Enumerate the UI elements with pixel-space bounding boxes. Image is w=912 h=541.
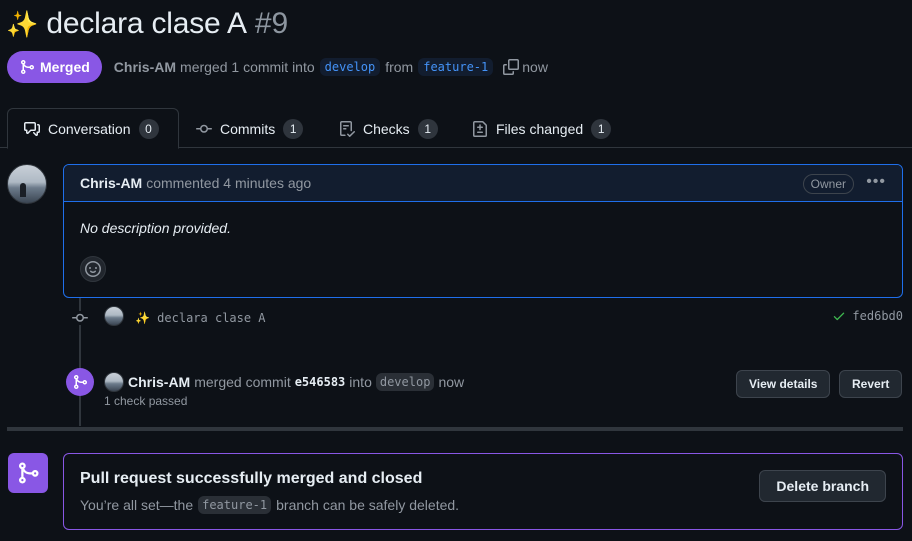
tab-files-changed-count: 1 [591, 118, 612, 139]
pr-title-row: ✨ declara clase A #9 [6, 4, 288, 44]
head-branch-link[interactable]: feature-1 [418, 58, 494, 76]
git-commit-icon [196, 124, 212, 133]
status-merged-text: merged 1 commit into [180, 59, 315, 75]
delete-branch-button[interactable]: Delete branch [759, 470, 886, 502]
merged-status-subtitle: You’re all set—the feature-1 branch can … [80, 496, 459, 514]
pr-number: #9 [254, 7, 289, 40]
git-merge-icon [8, 453, 48, 493]
revert-button[interactable]: Revert [839, 370, 903, 398]
status-author-link[interactable]: Chris-AM [114, 59, 176, 75]
timeline-divider [7, 427, 903, 431]
pr-tabs: Conversation 0 Commits 1 Checks 1 Files … [0, 108, 912, 149]
tab-conversation-label: Conversation [48, 120, 131, 137]
tab-checks-count: 1 [417, 118, 438, 139]
tab-conversation[interactable]: Conversation 0 [7, 108, 179, 149]
commit-message-link[interactable]: ✨ declara clase A [135, 311, 266, 325]
base-branch-link[interactable]: develop [319, 58, 381, 76]
avatar[interactable] [104, 306, 124, 326]
add-reaction-button[interactable] [80, 256, 106, 282]
copy-icon[interactable] [503, 59, 520, 75]
tab-commits[interactable]: Commits 1 [180, 108, 319, 149]
sparkle-emoji: ✨ [6, 8, 39, 39]
git-merge-icon [21, 60, 35, 74]
check-icon[interactable] [832, 309, 846, 323]
tab-commits-count: 1 [283, 118, 304, 139]
merged-state-label: Merged [40, 59, 90, 75]
merge-branch-link[interactable]: develop [375, 373, 435, 391]
comment-discussion-icon [24, 121, 40, 136]
merged-state-badge: Merged [7, 51, 102, 83]
pr-status-row: Merged Chris-AM merged 1 commit into dev… [7, 51, 548, 83]
kebab-menu-icon[interactable]: ••• [866, 173, 886, 191]
avatar[interactable] [7, 164, 47, 204]
pr-title: declara clase A [46, 7, 247, 40]
smiley-icon [85, 261, 101, 277]
tab-checks[interactable]: Checks 1 [323, 108, 454, 149]
merged-status-title: Pull request successfully merged and clo… [80, 470, 423, 487]
tab-files-changed[interactable]: Files changed 1 [456, 108, 627, 149]
status-from-text: from [385, 59, 414, 75]
commit-row: ✨ declara clase A [131, 309, 266, 327]
merged-branch-link[interactable]: feature-1 [198, 496, 272, 514]
status-time: now [522, 59, 548, 75]
merge-event-row: Chris-AM merged commit e546583 into deve… [128, 372, 464, 392]
merge-text: merged commit [194, 374, 291, 390]
file-diff-icon [473, 120, 487, 137]
pr-description-comment: Chris-AM commented 4 minutes ago Owner •… [63, 164, 903, 298]
checklist-icon [340, 120, 355, 137]
tab-files-changed-label: Files changed [496, 120, 584, 137]
git-merge-icon [66, 368, 94, 396]
owner-badge: Owner [802, 174, 854, 194]
merged-sub-prefix: You’re all set—the [80, 497, 194, 513]
merge-time[interactable]: now [438, 374, 464, 390]
commit-sha-link[interactable]: fed6bd0 [852, 309, 903, 323]
comment-body: No description provided. [80, 220, 231, 236]
comment-author-link[interactable]: Chris-AM [80, 175, 142, 191]
merge-commit-sha-link[interactable]: e546583 [295, 375, 346, 389]
tab-commits-label: Commits [220, 120, 276, 137]
comment-action-text[interactable]: commented 4 minutes ago [146, 175, 311, 191]
merged-status-box: Pull request successfully merged and clo… [63, 453, 903, 530]
avatar[interactable] [104, 372, 124, 392]
comment-header: Chris-AM commented 4 minutes ago [64, 165, 902, 202]
merge-into-text: into [349, 374, 372, 390]
commit-sha-group: fed6bd0 [832, 309, 903, 323]
view-details-button[interactable]: View details [736, 370, 831, 398]
merged-sub-suffix: branch can be safely deleted. [276, 497, 460, 513]
tab-conversation-count: 0 [138, 118, 159, 139]
tab-checks-label: Checks [363, 120, 410, 137]
merge-author-link[interactable]: Chris-AM [128, 374, 190, 390]
checks-passed-text: 1 check passed [104, 394, 188, 408]
git-commit-icon [72, 311, 88, 325]
